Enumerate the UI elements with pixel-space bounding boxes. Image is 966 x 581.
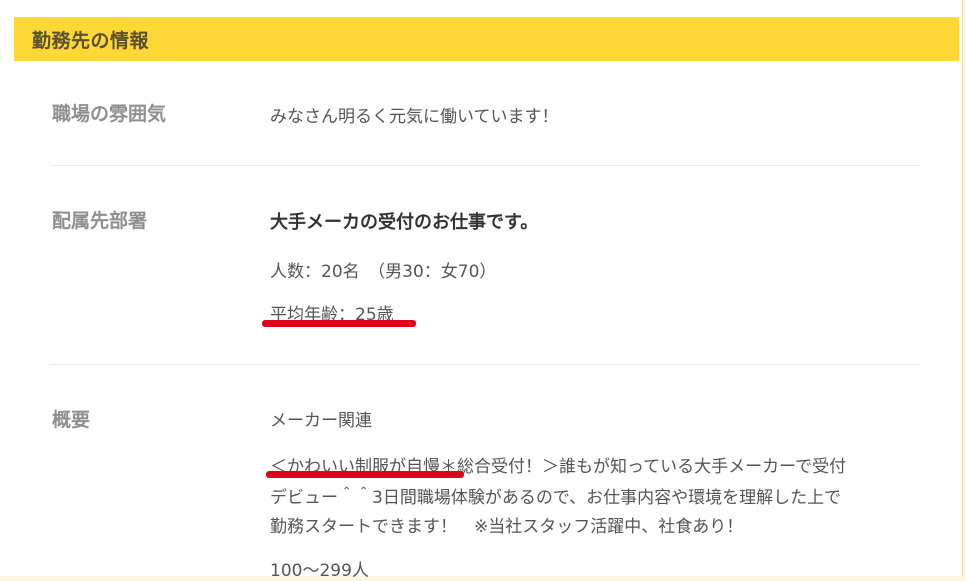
label-overview: 概要 bbox=[52, 409, 91, 431]
department-headline: 大手メーカの受付のお仕事です。 bbox=[270, 212, 539, 233]
label-atmosphere: 職場の雰囲気 bbox=[52, 103, 167, 125]
department-headcount: 人数：20名 （男30：女70） bbox=[270, 262, 497, 282]
overview-category: メーカー関連 bbox=[270, 411, 372, 431]
atmosphere-text: みなさん明るく元気に働いています！ bbox=[270, 107, 559, 127]
overview-line-2: デビュー＾＾3日間職場体験があるので、お仕事内容や環境を理解した上で bbox=[270, 488, 842, 508]
label-department: 配属先部署 bbox=[52, 210, 148, 232]
section-title: 勤務先の情報 bbox=[32, 29, 150, 52]
section-header: 勤務先の情報 bbox=[14, 17, 959, 61]
overview-company-size: 100〜299人 bbox=[270, 561, 369, 581]
highlight-underline bbox=[262, 320, 416, 327]
row-divider bbox=[50, 165, 920, 166]
highlight-underline bbox=[266, 471, 464, 478]
job-info-panel: 勤務先の情報 職場の雰囲気 みなさん明るく元気に働いています！ 配属先部署 大手… bbox=[0, 0, 963, 581]
row-divider bbox=[50, 364, 920, 365]
overview-line-3: 勤務スタートできます！ ※当社スタッフ活躍中、社食あり！ bbox=[270, 517, 744, 537]
